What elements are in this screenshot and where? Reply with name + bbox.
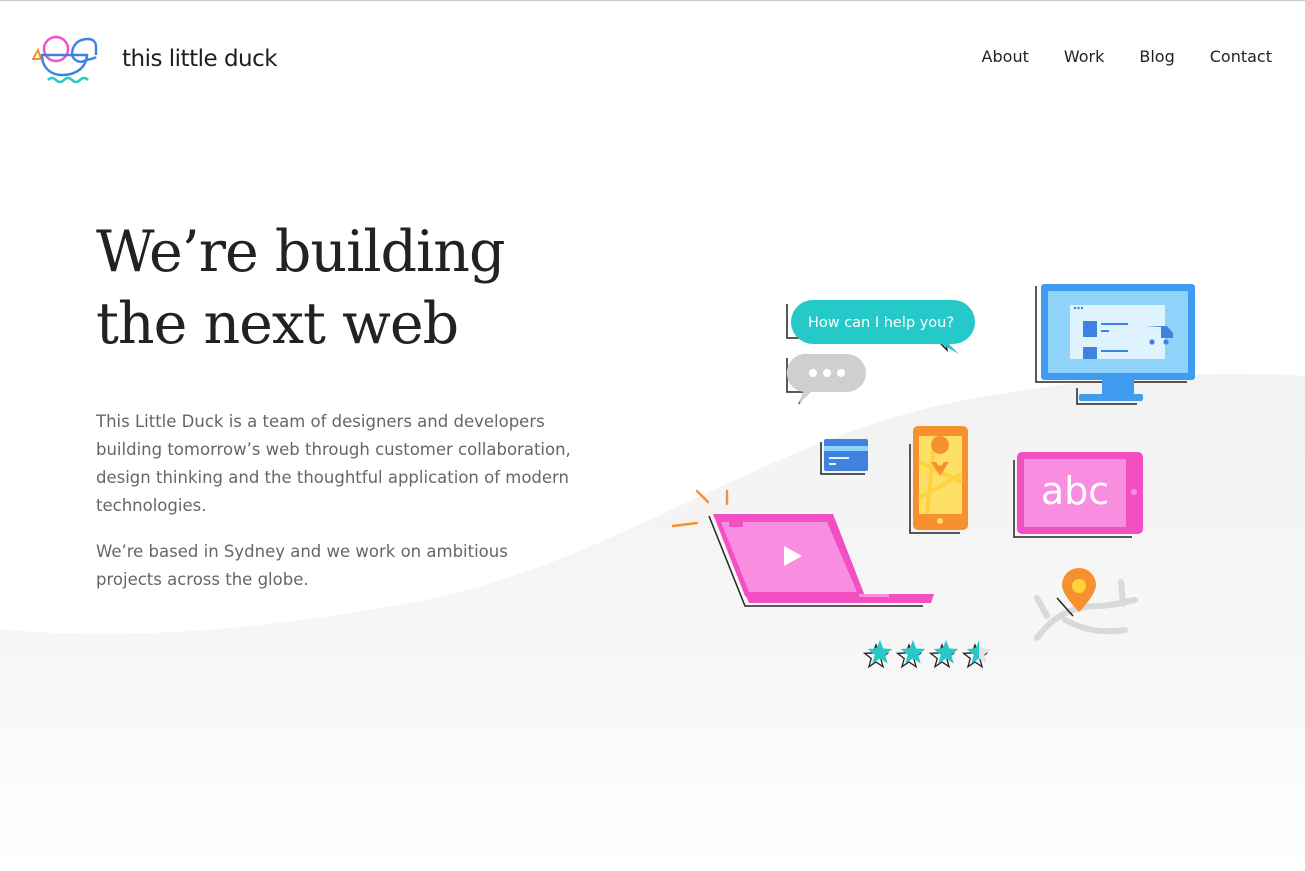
hero-heading-line-1: We’re building [96, 219, 505, 285]
site-header: this little duck About Work Blog Contact [0, 1, 1305, 111]
main-nav: About Work Blog Contact [982, 47, 1272, 66]
star-rating [862, 640, 992, 669]
typing-bubble-icon [786, 353, 866, 405]
brand-name: this little duck [122, 46, 278, 72]
monitor-icon [1035, 284, 1195, 405]
chat-bubble-text: How can I help you? [808, 315, 954, 331]
chat-bubble-icon: How can I help you? [786, 300, 975, 354]
hero-section: We’re building the next web This Little … [96, 216, 576, 594]
home-logo-link[interactable]: this little duck [32, 33, 278, 85]
intro-paragraph: This Little Duck is a team of designers … [96, 412, 571, 515]
location-paragraph: We’re based in Sydney and we work on amb… [96, 542, 508, 589]
hero-heading-line-2: the next web [96, 291, 459, 357]
nav-about-link[interactable]: About [982, 47, 1029, 66]
nav-contact-link[interactable]: Contact [1210, 47, 1272, 66]
tablet-abc-icon: abc [1013, 452, 1143, 538]
duck-logo-icon [32, 35, 98, 84]
nav-blog-link[interactable]: Blog [1139, 47, 1174, 66]
credit-card-icon [820, 439, 868, 475]
tablet-abc-text: abc [1041, 469, 1109, 513]
hero-heading: We’re building the next web [96, 216, 576, 360]
phone-map-icon [909, 426, 968, 534]
devices-illustration: How can I help you? abc [671, 284, 1195, 669]
location-pin-icon [1034, 568, 1138, 641]
laptop-video-icon [708, 514, 934, 607]
nav-work-link[interactable]: Work [1064, 47, 1105, 66]
